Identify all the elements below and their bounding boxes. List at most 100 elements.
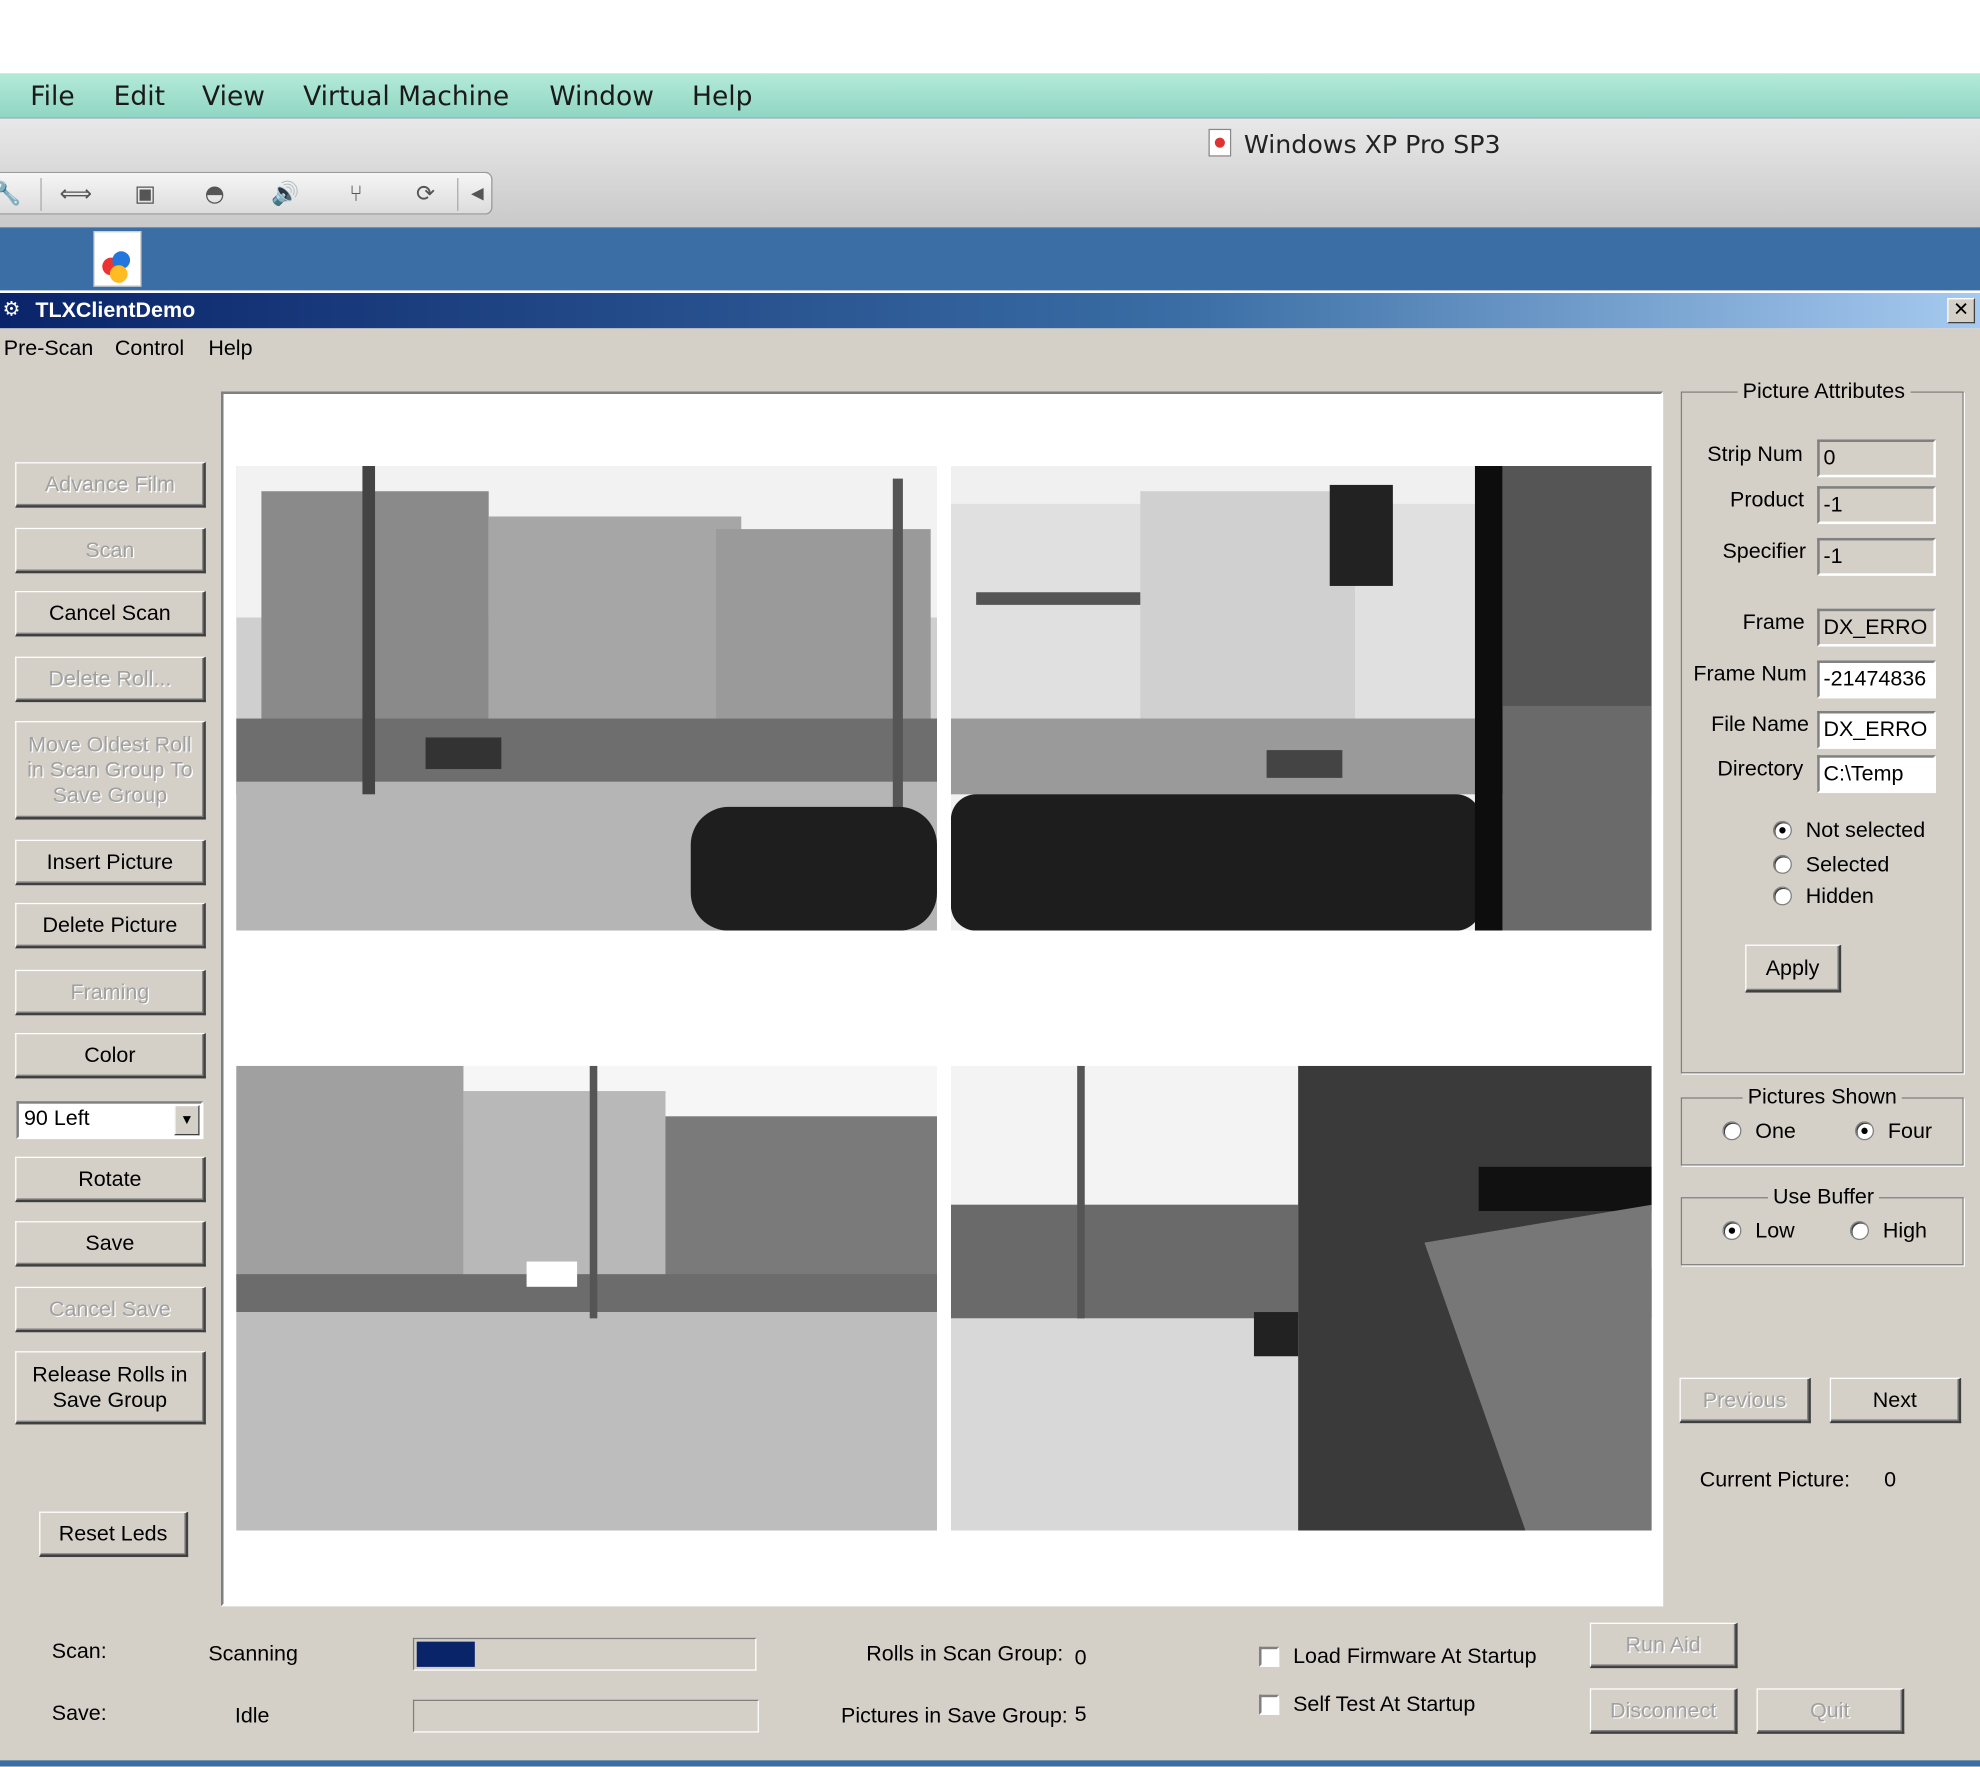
hidden-radio[interactable] [1772,886,1792,906]
app-window: Pre-Scan Control Help Advance Film Scan … [0,328,1980,1767]
host-menu-bar: File Edit View Virtual Machine Window He… [0,73,1980,119]
host-menu-virtual-machine[interactable]: Virtual Machine [303,81,509,111]
network-icon[interactable]: ⟺ [58,177,93,212]
collapse-arrow-icon[interactable]: ◀ [460,177,495,212]
picture-4[interactable] [950,1065,1652,1531]
not-selected-label: Not selected [1805,818,1926,843]
apply-button[interactable]: Apply [1745,944,1842,993]
one-picture-radio[interactable] [1722,1121,1742,1141]
scan-status-label: Scan: [51,1639,107,1664]
app-title: TLXClientDemo [35,298,196,323]
cd-drive-icon[interactable]: ◓ [197,177,232,212]
save-status-label: Save: [51,1700,107,1725]
load-firmware-label: Load Firmware At Startup [1293,1644,1537,1669]
run-aid-button[interactable]: Run Aid [1589,1622,1738,1669]
color-button[interactable]: Color [15,1032,206,1079]
rotation-value: 90 Left [23,1106,90,1131]
rolls-in-scan-group-label: Rolls in Scan Group: [866,1641,1064,1666]
picture-3[interactable] [236,1065,937,1531]
vm-window-title: Windows XP Pro SP3 [1243,128,1501,160]
self-test-checkbox[interactable] [1259,1694,1280,1715]
toolbar-separator [457,178,459,211]
selected-label: Selected [1805,852,1890,877]
strip-num-label: Strip Num [1707,441,1803,466]
cancel-scan-button[interactable]: Cancel Scan [15,590,206,637]
save-button[interactable]: Save [15,1221,206,1267]
buffer-high-radio[interactable] [1850,1221,1869,1241]
host-menu-edit[interactable]: Edit [114,81,165,111]
file-name-label: File Name [1711,712,1809,737]
buffer-low-radio[interactable] [1722,1221,1742,1241]
scan-progress-bar [412,1637,757,1671]
one-picture-label: One [1755,1118,1796,1143]
product-label: Product [1730,487,1805,512]
four-pictures-label: Four [1887,1118,1933,1143]
frame-num-field[interactable]: -21474836 [1817,660,1936,699]
picture-1[interactable] [236,465,937,931]
disconnect-button[interactable]: Disconnect [1589,1688,1738,1734]
product-field: -1 [1817,486,1936,525]
save-progress-bar [412,1699,759,1733]
rolls-in-scan-group-value: 0 [1074,1645,1087,1670]
sync-icon[interactable]: ⟳ [408,177,443,212]
self-test-label: Self Test At Startup [1293,1692,1476,1717]
vm-window-chrome: Windows XP Pro SP3 🔧 ⟺ ▣ ◓ 🔊 ⑂ ⟳ ◀ [0,118,1980,228]
host-menu-window[interactable]: Window [549,81,654,111]
reset-leds-button[interactable]: Reset Leds [39,1511,189,1558]
save-status-value: Idle [234,1703,270,1728]
chevron-down-icon[interactable]: ▼ [174,1104,200,1136]
menu-pre-scan[interactable]: Pre-Scan [4,336,94,361]
menu-control[interactable]: Control [115,336,184,361]
four-pictures-radio[interactable] [1855,1121,1874,1141]
file-name-field[interactable]: DX_ERRO [1817,710,1936,749]
picture-2[interactable] [950,465,1652,931]
load-firmware-checkbox[interactable] [1259,1646,1280,1667]
host-menu-file[interactable]: File [30,81,74,111]
advance-film-button[interactable]: Advance Film [15,462,206,508]
menu-help[interactable]: Help [208,336,252,361]
pictures-shown-legend: Pictures Shown [1742,1084,1902,1111]
delete-roll-button[interactable]: Delete Roll... [15,656,206,703]
strip-num-field: 0 [1817,439,1936,478]
frame-label: Frame [1742,609,1805,634]
scan-button[interactable]: Scan [15,527,206,574]
hard-disk-icon[interactable]: ▣ [128,177,163,212]
insert-picture-button[interactable]: Insert Picture [15,839,206,886]
guest-desktop-strip [0,227,1980,291]
app-logo-icon: ⚙ [2,299,21,321]
buffer-high-label: High [1882,1218,1927,1243]
pictures-in-save-group-label: Pictures in Save Group: [841,1703,1068,1728]
frame-num-label: Frame Num [1693,661,1807,686]
not-selected-radio[interactable] [1772,820,1792,840]
framing-button[interactable]: Framing [15,969,206,1016]
directory-label: Directory [1717,756,1804,781]
speaker-icon[interactable]: 🔊 [268,177,303,212]
scan-status-value: Scanning [208,1641,298,1666]
specifier-label: Specifier [1722,539,1806,564]
wrench-icon[interactable]: 🔧 [0,177,25,212]
hidden-label: Hidden [1805,883,1874,908]
delete-picture-button[interactable]: Delete Picture [15,902,206,949]
host-menu-view[interactable]: View [202,81,265,111]
selected-radio[interactable] [1772,854,1792,874]
host-menu-help[interactable]: Help [692,81,752,111]
scan-progress-fill [416,1641,475,1667]
buffer-low-label: Low [1755,1218,1795,1243]
picture-attributes-legend: Picture Attributes [1737,378,1911,405]
previous-button[interactable]: Previous [1679,1377,1811,1424]
usb-icon[interactable]: ⑂ [338,177,373,212]
specifier-field: -1 [1817,537,1936,576]
directory-field[interactable]: C:\Temp [1817,755,1936,794]
close-button[interactable]: ✕ [1947,298,1976,324]
next-button[interactable]: Next [1829,1377,1962,1424]
move-oldest-roll-button[interactable]: Move Oldest Roll in Scan Group To Save G… [15,721,206,820]
desktop-shortcut-icon[interactable] [93,231,142,287]
app-title-bar: ⚙ TLXClientDemo ✕ [0,290,1980,329]
quit-button[interactable]: Quit [1756,1688,1905,1734]
pictures-in-save-group-value: 5 [1074,1702,1087,1727]
rotation-select[interactable]: 90 Left ▼ [16,1101,204,1140]
release-rolls-button[interactable]: Release Rolls in Save Group [15,1351,206,1425]
current-picture-label: Current Picture: [1699,1467,1851,1492]
rotate-button[interactable]: Rotate [15,1156,206,1203]
cancel-save-button[interactable]: Cancel Save [15,1286,206,1333]
